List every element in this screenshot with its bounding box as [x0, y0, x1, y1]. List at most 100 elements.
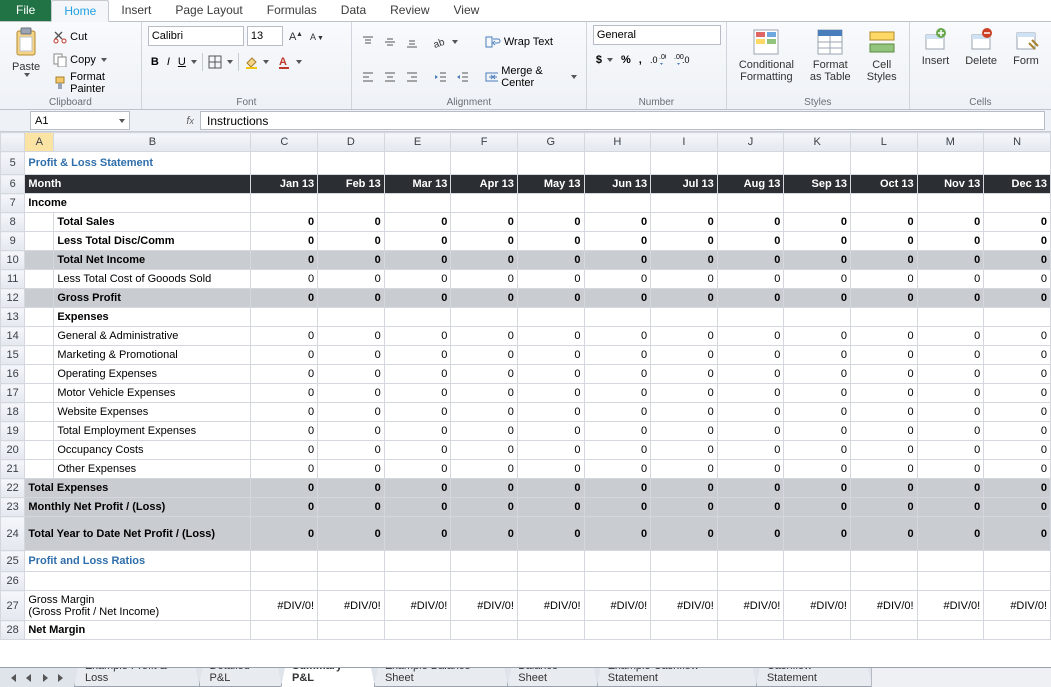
row-header[interactable]: 28 [1, 621, 25, 640]
cell[interactable] [384, 572, 451, 591]
cell[interactable]: 0 [651, 327, 718, 346]
cell[interactable]: 0 [850, 403, 917, 422]
cell[interactable]: 0 [251, 479, 318, 498]
cell[interactable]: 0 [451, 441, 518, 460]
cell[interactable]: Oct 13 [850, 175, 917, 194]
cell[interactable]: 0 [318, 232, 385, 251]
cell[interactable]: 0 [318, 403, 385, 422]
cell[interactable] [25, 346, 54, 365]
cell[interactable]: 0 [651, 441, 718, 460]
format-as-table-button[interactable]: Format as Table [804, 25, 857, 94]
cell[interactable]: Website Expenses [54, 403, 251, 422]
align-middle-button[interactable] [380, 31, 400, 53]
cell[interactable]: #DIV/0! [917, 591, 984, 621]
cell[interactable] [584, 194, 651, 213]
align-right-button[interactable] [402, 66, 422, 88]
cell[interactable]: 0 [917, 498, 984, 517]
cell[interactable]: 0 [584, 365, 651, 384]
cell[interactable]: Motor Vehicle Expenses [54, 384, 251, 403]
cell-styles-button[interactable]: Cell Styles [861, 25, 903, 94]
cell[interactable]: 0 [318, 213, 385, 232]
cell[interactable]: Jul 13 [651, 175, 718, 194]
cell[interactable]: Occupancy Costs [54, 441, 251, 460]
cell[interactable] [25, 384, 54, 403]
cell[interactable] [451, 152, 518, 175]
cell[interactable]: 0 [451, 422, 518, 441]
cell[interactable]: 0 [651, 498, 718, 517]
cell[interactable] [251, 152, 318, 175]
cell[interactable]: 0 [384, 422, 451, 441]
cell[interactable]: 0 [451, 346, 518, 365]
col-header-B[interactable]: B [54, 133, 251, 152]
cell[interactable]: #DIV/0! [717, 591, 784, 621]
cell[interactable]: Gross Margin(Gross Profit / Net Income) [25, 591, 251, 621]
row-header[interactable]: 15 [1, 346, 25, 365]
col-header-H[interactable]: H [584, 133, 651, 152]
cell[interactable]: 0 [784, 460, 851, 479]
conditional-formatting-button[interactable]: Conditional Formatting [733, 25, 800, 94]
delete-cells-button[interactable]: Delete [959, 25, 1003, 94]
cell[interactable]: 0 [584, 270, 651, 289]
cell[interactable] [25, 365, 54, 384]
cell[interactable]: Total Employment Expenses [54, 422, 251, 441]
cell[interactable] [717, 308, 784, 327]
cell[interactable]: 0 [517, 270, 584, 289]
cell[interactable]: 0 [251, 422, 318, 441]
cell[interactable]: 0 [784, 346, 851, 365]
cell[interactable] [251, 621, 318, 640]
font-name-input[interactable] [148, 26, 244, 46]
cell[interactable]: 0 [318, 422, 385, 441]
cell[interactable] [25, 213, 54, 232]
col-header-I[interactable]: I [651, 133, 718, 152]
number-format-input[interactable] [593, 25, 721, 45]
cell[interactable]: 0 [850, 289, 917, 308]
cell[interactable]: 0 [717, 270, 784, 289]
cell[interactable]: 0 [251, 384, 318, 403]
cell[interactable]: 0 [717, 422, 784, 441]
cell[interactable] [318, 572, 385, 591]
cell[interactable] [451, 621, 518, 640]
cell[interactable]: 0 [651, 270, 718, 289]
cell[interactable]: 0 [850, 479, 917, 498]
cell[interactable]: #DIV/0! [784, 591, 851, 621]
ribbon-tab-page-layout[interactable]: Page Layout [163, 0, 254, 21]
cell[interactable]: 0 [451, 460, 518, 479]
cell[interactable]: 0 [984, 460, 1051, 479]
horizontal-scrollbar[interactable] [871, 668, 1051, 687]
ribbon-tab-home[interactable]: Home [51, 0, 109, 22]
cell[interactable]: 0 [517, 251, 584, 270]
cell[interactable] [517, 152, 584, 175]
cell[interactable]: 0 [384, 327, 451, 346]
cell[interactable]: 0 [651, 422, 718, 441]
cell[interactable] [251, 308, 318, 327]
cell[interactable] [25, 327, 54, 346]
cell[interactable]: 0 [517, 441, 584, 460]
cell[interactable] [850, 152, 917, 175]
cell[interactable]: 0 [984, 213, 1051, 232]
cell[interactable]: 0 [517, 289, 584, 308]
cell[interactable] [717, 194, 784, 213]
cell[interactable] [784, 152, 851, 175]
cell[interactable] [984, 621, 1051, 640]
row-header[interactable]: 27 [1, 591, 25, 621]
cell[interactable] [251, 551, 318, 572]
cell[interactable]: 0 [384, 460, 451, 479]
cell[interactable]: 0 [850, 213, 917, 232]
cell[interactable] [984, 551, 1051, 572]
row-header[interactable]: 10 [1, 251, 25, 270]
cell[interactable]: #DIV/0! [384, 591, 451, 621]
underline-button[interactable]: U [175, 51, 200, 73]
increase-indent-button[interactable] [452, 66, 472, 88]
cell[interactable]: 0 [384, 251, 451, 270]
cell[interactable]: 0 [318, 346, 385, 365]
sheet-tab[interactable]: Example Profit & Loss [74, 668, 200, 687]
col-header-M[interactable]: M [917, 133, 984, 152]
cell[interactable]: 0 [584, 517, 651, 551]
cell[interactable] [717, 621, 784, 640]
cell[interactable]: 0 [517, 479, 584, 498]
cell[interactable] [784, 551, 851, 572]
italic-button[interactable]: I [164, 51, 173, 73]
cell[interactable] [251, 194, 318, 213]
decrease-font-button[interactable]: A▼ [307, 25, 325, 47]
ribbon-tab-insert[interactable]: Insert [109, 0, 163, 21]
